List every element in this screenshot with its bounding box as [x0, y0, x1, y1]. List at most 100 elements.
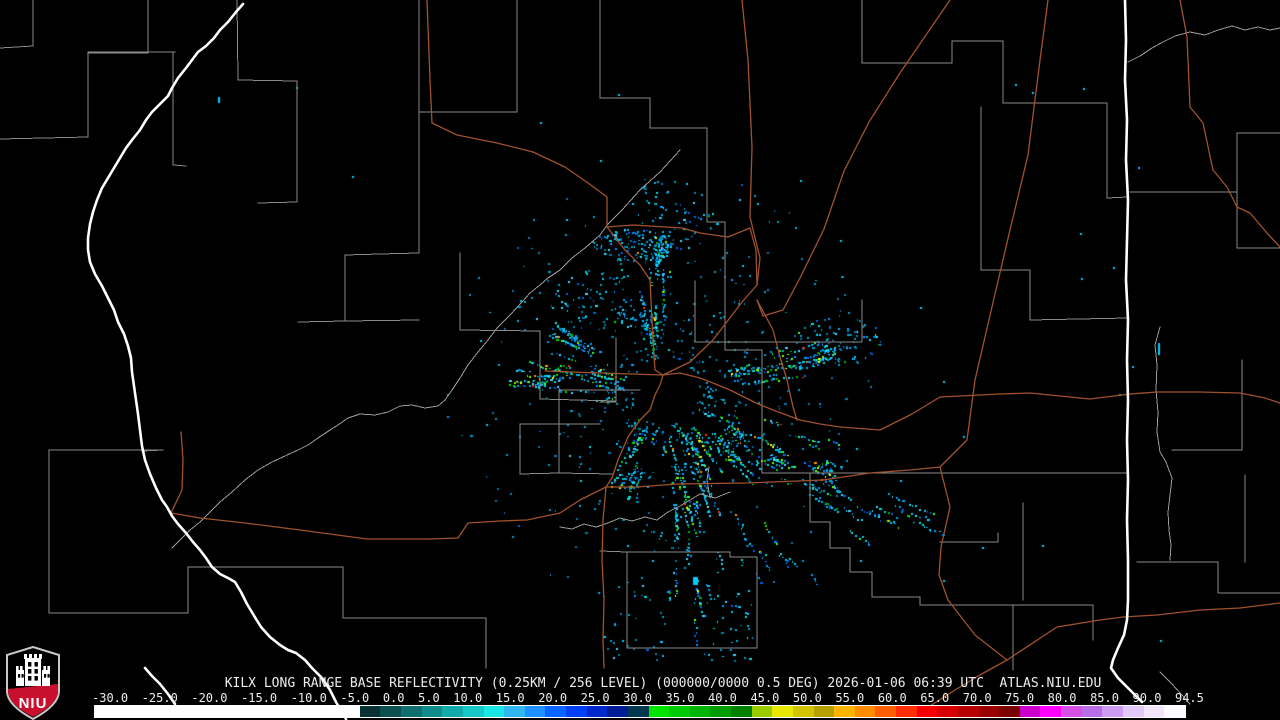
- colorbar-tick-label: 65.0: [920, 691, 950, 705]
- map-line: [558, 472, 613, 475]
- map-line: [599, 550, 628, 553]
- colorbar-segment: [1122, 706, 1144, 717]
- map-line: [761, 349, 1128, 474]
- rivers-layer: [171, 25, 1280, 705]
- colorbar: [94, 705, 1186, 718]
- map-line: [544, 370, 664, 376]
- colorbar-tick-label: 80.0: [1047, 691, 1077, 705]
- colorbar-segment: [504, 706, 525, 717]
- colorbar-tick-label: 75.0: [1005, 691, 1035, 705]
- colorbar-segment: [401, 706, 422, 717]
- map-line: [1109, 0, 1144, 704]
- colorbar-tick-label: 15.0: [495, 691, 525, 705]
- map-line: [599, 0, 763, 351]
- map-line: [379, 0, 420, 255]
- map-line: [170, 431, 184, 514]
- colorbar-tick-label: 90.0: [1132, 691, 1162, 705]
- colorbar-tick-label: -20.0: [191, 691, 228, 705]
- map-line: [297, 253, 381, 323]
- state-borders-layer: [86, 0, 1144, 720]
- map-line: [170, 486, 607, 540]
- map-line: [939, 532, 999, 543]
- colorbar-segment: [421, 706, 443, 717]
- colorbar-segment: [813, 706, 835, 717]
- map-line: [939, 0, 1049, 468]
- colorbar-tick-label: 55.0: [835, 691, 865, 705]
- map-line: [939, 391, 1280, 404]
- colorbar-segment: [710, 706, 732, 717]
- map-line: [662, 372, 941, 431]
- colorbar-tick-label: 45.0: [750, 691, 780, 705]
- colorbar-segment: [1081, 706, 1103, 717]
- colorbar-segment: [1019, 706, 1041, 717]
- colorbar-tick-label: -30.0: [92, 691, 129, 705]
- colorbar-segment: [957, 706, 979, 717]
- colorbar-segment: [669, 706, 690, 717]
- product-title: KILX LONG RANGE BASE REFLECTIVITY (0.25K…: [224, 676, 1102, 691]
- colorbar-segment: [1102, 706, 1123, 717]
- map-line: [418, 0, 518, 113]
- map-line: [605, 466, 1008, 661]
- colorbar-segment-white: [95, 706, 360, 717]
- colorbar-segment: [896, 706, 917, 717]
- colorbar-tick-label: 20.0: [538, 691, 568, 705]
- map-line: [980, 106, 1129, 321]
- county-lines-layer: [0, 0, 1280, 671]
- radar-map-svg: [0, 0, 1280, 720]
- colorbar-segment: [834, 706, 855, 717]
- colorbar-segment: [916, 706, 938, 717]
- map-line: [756, 299, 798, 421]
- map-line: [756, 0, 951, 317]
- colorbar-tick-label: -15.0: [241, 691, 278, 705]
- map-line: [601, 486, 607, 669]
- map-line: [48, 449, 189, 614]
- colorbar-segment: [731, 706, 752, 717]
- colorbar-segment: [1061, 706, 1082, 717]
- colorbar-segment: [854, 706, 876, 717]
- map-line: [1127, 25, 1280, 63]
- colorbar-tick-label: 5.0: [418, 691, 440, 705]
- colorbar-segment: [442, 706, 463, 717]
- colorbar-tick-label: 50.0: [792, 691, 822, 705]
- colorbar-tick-label: 40.0: [708, 691, 737, 705]
- colorbar-segment: [1164, 706, 1185, 717]
- roads-layer: [170, 0, 1280, 707]
- map-line: [344, 319, 420, 322]
- colorbar-tick-label: -25.0: [141, 691, 178, 705]
- map-line: [606, 226, 664, 376]
- map-line: [1217, 561, 1280, 594]
- colorbar-segment: [751, 706, 773, 717]
- colorbar-tick-label: 10.0: [453, 691, 483, 705]
- map-line: [662, 0, 761, 376]
- colorbar-segment: [648, 706, 670, 717]
- colorbar-segment: [999, 706, 1020, 717]
- colorbar-tick-label: 30.0: [623, 691, 652, 705]
- colorbar-segment: [607, 706, 628, 717]
- radar-display: KILX LONG RANGE BASE REFLECTIVITY (0.25K…: [0, 0, 1280, 720]
- colorbar-segment: [1040, 706, 1062, 717]
- colorbar-segment: [627, 706, 649, 717]
- map-line: [0, 0, 34, 49]
- colorbar-segment: [524, 706, 546, 717]
- colorbar-tick-label: 60.0: [877, 691, 907, 705]
- colorbar-segment: [545, 706, 567, 717]
- map-line: [459, 252, 541, 332]
- map-line: [626, 551, 758, 649]
- colorbar-segment: [689, 706, 711, 717]
- colorbar-segment: [792, 706, 814, 717]
- colorbar-tick-label: 70.0: [962, 691, 992, 705]
- colorbar-tick-label: 94.5: [1174, 691, 1204, 705]
- niu-logo: NIU: [6, 646, 60, 720]
- map-line: [1171, 359, 1243, 451]
- colorbar-segment: [1143, 706, 1165, 717]
- colorbar-tick-label: 35.0: [665, 691, 695, 705]
- colorbar-segment: [772, 706, 793, 717]
- map-line: [0, 0, 149, 140]
- map-line: [706, 466, 711, 499]
- colorbar-segment: [359, 706, 381, 717]
- colorbar-segment: [978, 706, 1000, 717]
- map-line: [861, 0, 1129, 199]
- map-line: [86, 2, 348, 720]
- colorbar-segment: [875, 706, 897, 717]
- map-line: [1154, 326, 1173, 561]
